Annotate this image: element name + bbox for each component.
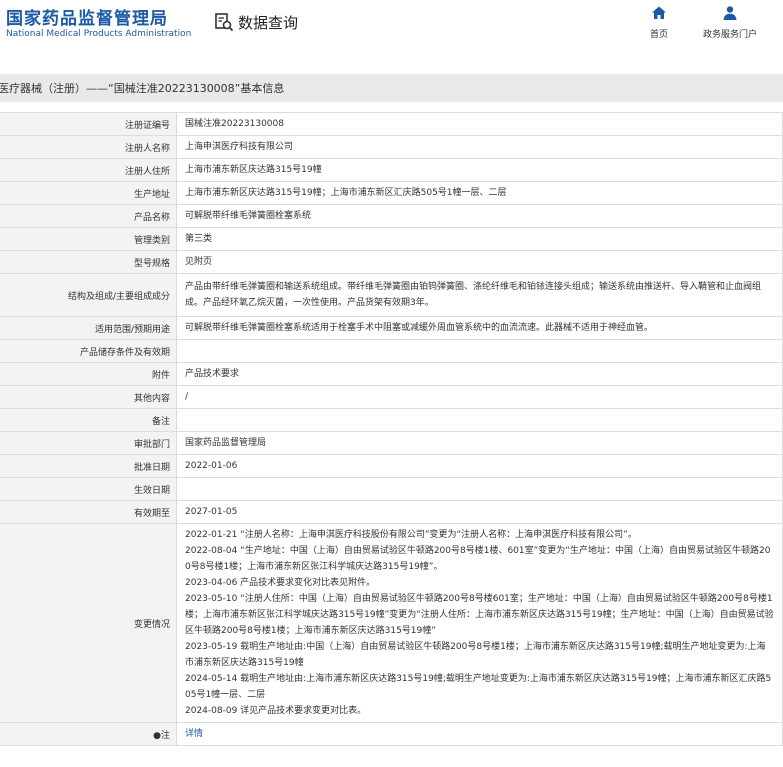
field-value: 可解脱带纤维毛弹簧圈栓塞系统 xyxy=(176,204,783,228)
info-row: 注册人住所 上海市浦东新区庆达路315号19幢 xyxy=(0,158,783,182)
field-value: 上海申淇医疗科技有限公司 xyxy=(176,135,783,159)
info-row: 产品储存条件及有效期 xyxy=(0,339,783,363)
registration-info-table: 注册证编号 国械注准20223130008 注册人名称 上海申淇医疗科技有限公司 注册人… xyxy=(0,112,783,746)
info-row: 生产地址 上海市浦东新区庆达路315号19幢；上海市浦东新区汇庆路505号1幢一层… xyxy=(0,181,783,205)
change-entry: 2024-05-14 载明生产地址由:上海市浦东新区庆达路315号19幢;载明生… xyxy=(185,674,772,700)
info-row: 注册人名称 上海申淇医疗科技有限公司 xyxy=(0,135,783,159)
change-history-value: 2022-01-21 “注册人名称：上海申淇医疗科技股份有限公司”变更为“注册人… xyxy=(176,523,783,723)
field-label: 管理类别 xyxy=(0,227,177,251)
field-value: 上海市浦东新区庆达路315号19幢 xyxy=(176,158,783,182)
info-row: 适用范围/预期用途 可解脱带纤维毛弹簧圈栓塞系统适用于栓塞手术中阻塞或减缓外周血管… xyxy=(0,316,783,340)
field-label: 批准日期 xyxy=(0,454,177,478)
change-entry: 2022-08-04 “生产地址：中国（上海）自由贸易试验区牛顿路200号8号楼… xyxy=(185,546,771,572)
field-label: 型号规格 xyxy=(0,250,177,274)
nav-home-label: 首页 xyxy=(650,30,669,40)
field-label: 注册人住所 xyxy=(0,158,177,182)
field-value: 产品技术要求 xyxy=(176,362,783,386)
field-label: 审批部门 xyxy=(0,431,177,455)
info-row: 批准日期 2022-01-06 xyxy=(0,454,783,478)
nav-service-portal[interactable]: 政务服务门户 xyxy=(703,5,757,40)
data-query-heading: 数据查询 xyxy=(214,9,298,35)
note-value: 详情 xyxy=(176,722,783,746)
field-label: 其他内容 xyxy=(0,385,177,409)
site-header: 国家药品监督管理局 National Medical Products Admi… xyxy=(0,0,783,54)
change-entry: 2023-05-10 “注册人住所：中国（上海）自由贸易试验区牛顿路200号8号… xyxy=(185,594,774,636)
note-row: ●注 详情 xyxy=(0,722,783,746)
field-label: 注册证编号 xyxy=(0,112,177,136)
field-value: 第三类 xyxy=(176,227,783,251)
field-label: 产品储存条件及有效期 xyxy=(0,339,177,363)
change-entry: 2024-08-09 详见产品技术要求变更对比表。 xyxy=(185,706,367,716)
field-label: 附件 xyxy=(0,362,177,386)
field-label: 注册人名称 xyxy=(0,135,177,159)
field-value: 2022-01-06 xyxy=(176,454,783,478)
nav-home[interactable]: 首页 xyxy=(650,5,668,40)
page-title: 医疗器械（注册）——“国械注准20223130008”基本信息 xyxy=(0,82,285,95)
info-row: 管理类别 第三类 xyxy=(0,227,783,251)
note-label: ●注 xyxy=(0,722,177,746)
info-row: 型号规格 见附页 xyxy=(0,250,783,274)
field-label: 生产地址 xyxy=(0,181,177,205)
field-label: 备注 xyxy=(0,408,177,432)
info-row: 其他内容 / xyxy=(0,385,783,409)
field-value xyxy=(176,408,783,432)
field-label: 产品名称 xyxy=(0,204,177,228)
info-row: 产品名称 可解脱带纤维毛弹簧圈栓塞系统 xyxy=(0,204,783,228)
info-row: 生效日期 xyxy=(0,477,783,501)
field-label: 有效期至 xyxy=(0,500,177,524)
info-row: 审批部门 国家药品监督管理局 xyxy=(0,431,783,455)
field-label: 适用范围/预期用途 xyxy=(0,316,177,340)
info-row: 结构及组成/主要组成成分 产品由带纤维毛弹簧圈和输送系统组成。带纤维毛弹簧圈由铂钨… xyxy=(0,273,783,317)
details-link[interactable]: 详情 xyxy=(185,729,203,739)
info-row: 备注 xyxy=(0,408,783,432)
field-value: 产品由带纤维毛弹簧圈和输送系统组成。带纤维毛弹簧圈由铂钨弹簧圈、涤纶纤维毛和铂铱… xyxy=(176,273,783,317)
field-value: 可解脱带纤维毛弹簧圈栓塞系统适用于栓塞手术中阻塞或减缓外周血管系统中的血流流速。… xyxy=(176,316,783,340)
field-label: 结构及组成/主要组成成分 xyxy=(0,273,177,317)
field-value: 国家药品监督管理局 xyxy=(176,431,783,455)
info-row: 注册证编号 国械注准20223130008 xyxy=(0,112,783,136)
field-label: 生效日期 xyxy=(0,477,177,501)
change-history-row: 变更情况 2022-01-21 “注册人名称：上海申淇医疗科技股份有限公司”变更为… xyxy=(0,523,783,723)
field-value: 见附页 xyxy=(176,250,783,274)
field-value: 2027-01-05 xyxy=(176,500,783,524)
field-value: 上海市浦东新区庆达路315号19幢；上海市浦东新区汇庆路505号1幢一层、二层 xyxy=(176,181,783,205)
field-value xyxy=(176,477,783,501)
info-row: 有效期至 2027-01-05 xyxy=(0,500,783,524)
change-entry: 2023-05-19 载明生产地址由:中国（上海）自由贸易试验区牛顿路200号8… xyxy=(185,642,766,668)
change-history-label: 变更情况 xyxy=(0,523,177,723)
user-icon xyxy=(723,6,737,20)
home-icon xyxy=(652,6,666,19)
field-value: 国械注准20223130008 xyxy=(176,112,783,136)
page-title-bar: 医疗器械（注册）——“国械注准20223130008”基本信息 xyxy=(0,74,783,102)
site-logo-en[interactable]: National Medical Products Administration xyxy=(6,29,191,39)
field-value xyxy=(176,339,783,363)
site-logo-cn[interactable]: 国家药品监督管理局 xyxy=(6,4,168,29)
data-query-label: 数据查询 xyxy=(238,13,299,32)
field-value: / xyxy=(176,385,783,409)
nav-service-portal-label: 政务服务门户 xyxy=(703,30,758,40)
info-row: 附件 产品技术要求 xyxy=(0,362,783,386)
change-entry: 2022-01-21 “注册人名称：上海申淇医疗科技股份有限公司”变更为“注册人… xyxy=(185,530,637,540)
change-entry: 2023-04-06 产品技术要求变化对比表见附件。 xyxy=(185,578,376,588)
data-search-icon xyxy=(215,13,234,32)
